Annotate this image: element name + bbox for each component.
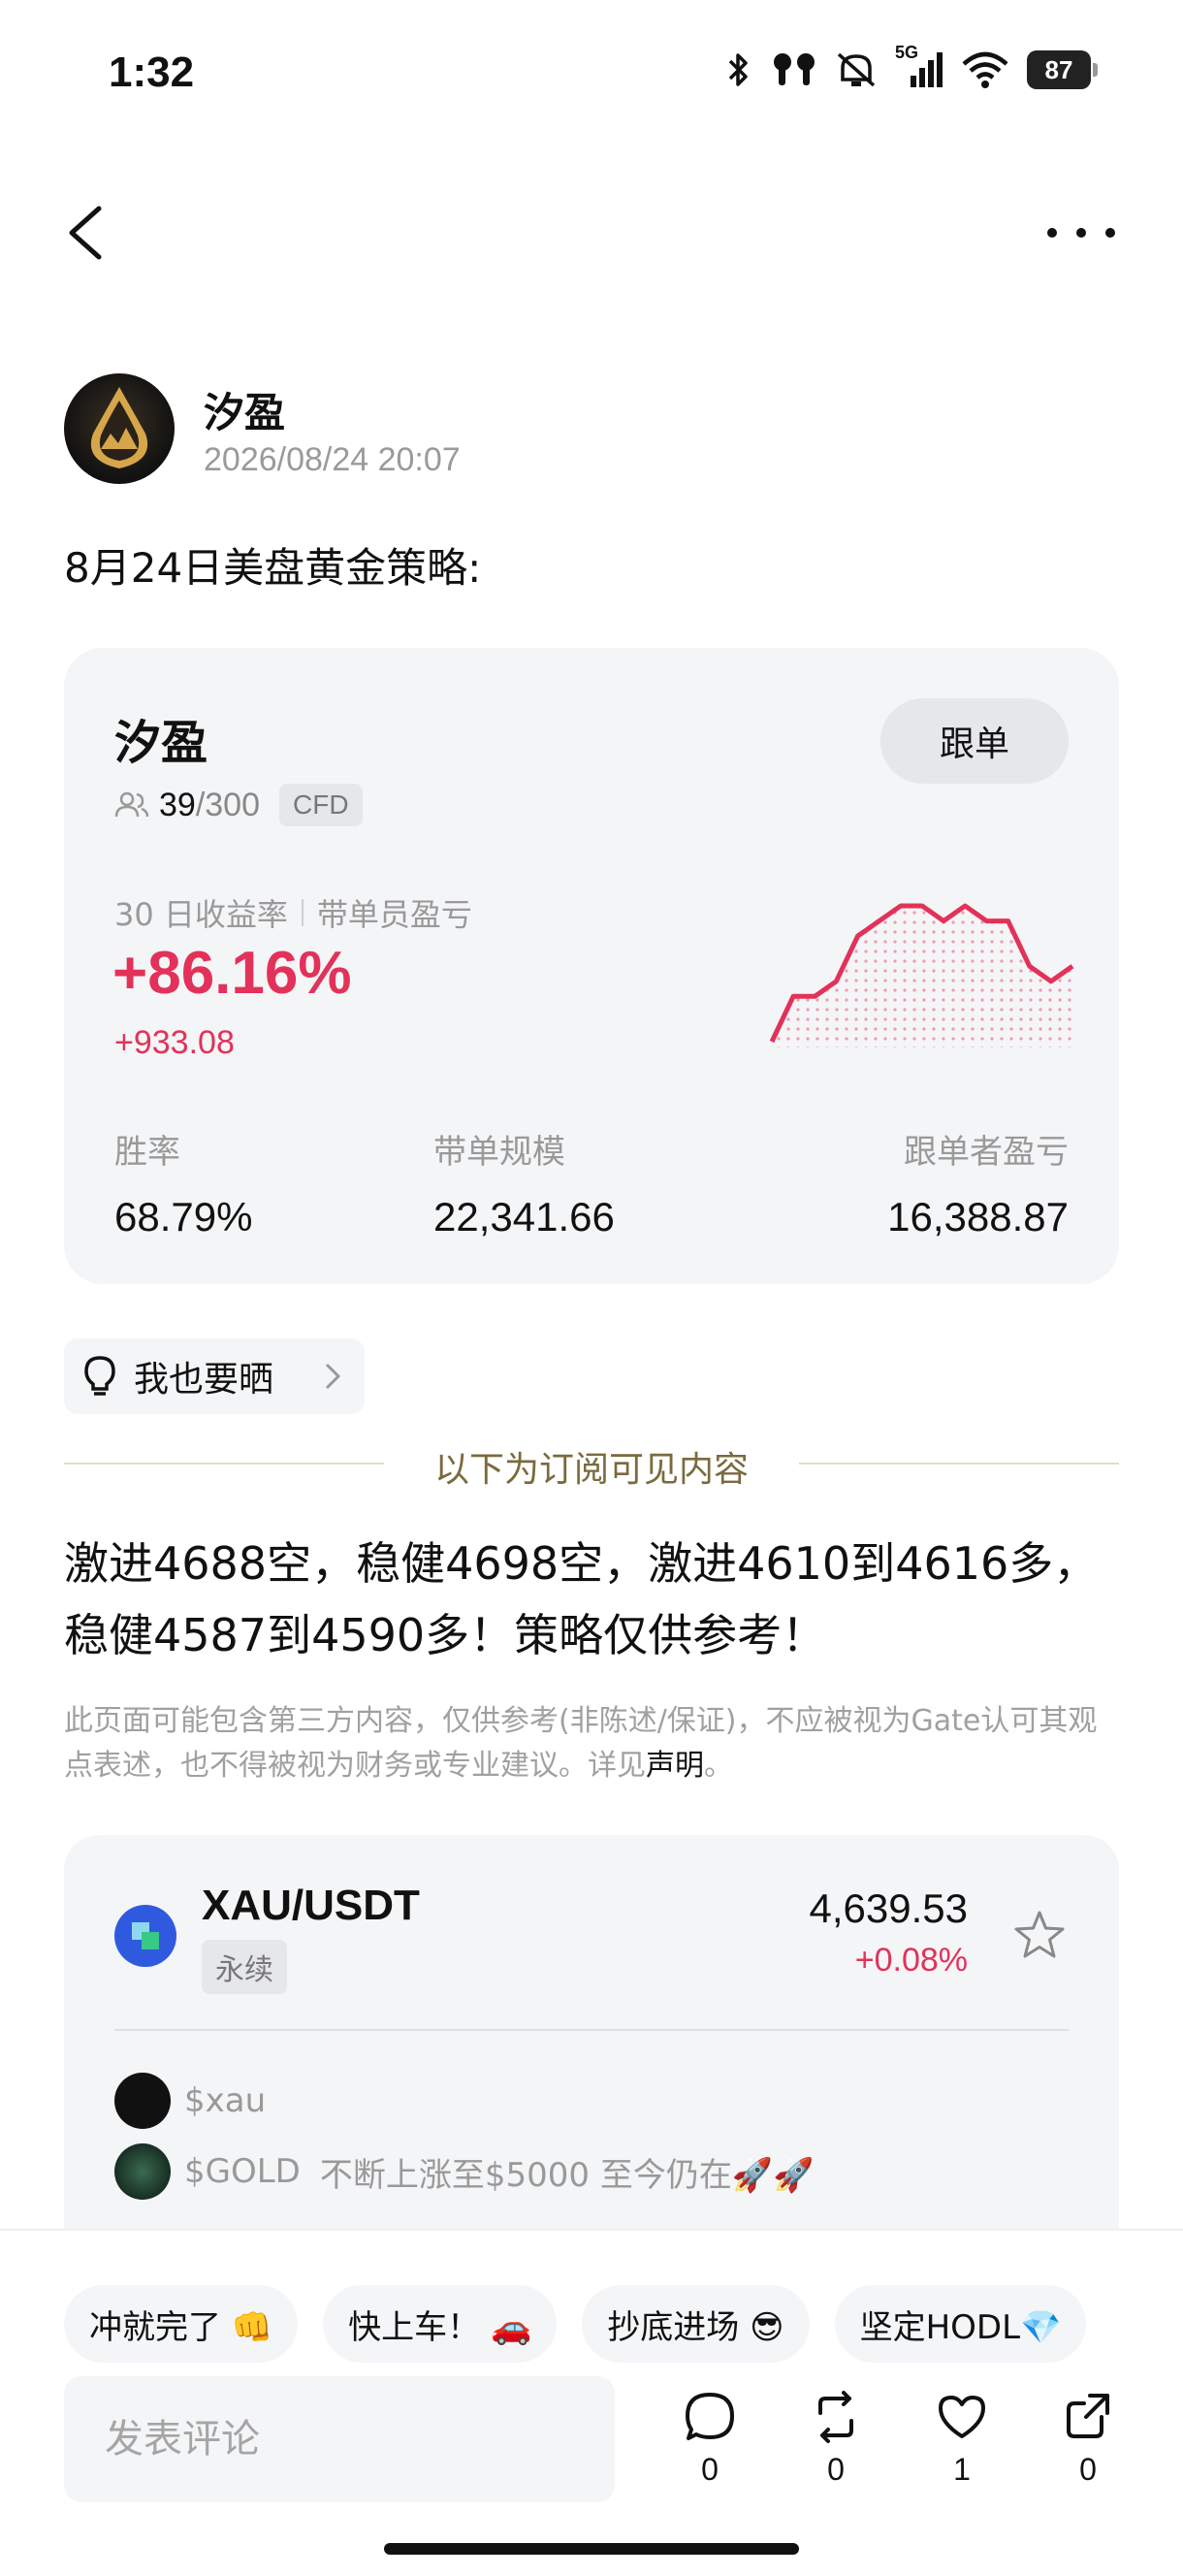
tag-xau[interactable]: $xau xyxy=(114,2073,266,2129)
share-count: 0 xyxy=(1079,2452,1097,2487)
share-too-label: 我也要晒 xyxy=(134,1360,274,1400)
battery-icon: 87 xyxy=(1027,50,1098,89)
lightbulb-icon xyxy=(84,1356,115,1396)
author-name[interactable]: 汐盈 xyxy=(204,380,285,439)
like-button[interactable]: 1 xyxy=(923,2390,1001,2488)
quick-replies: 冲就完了 👊 快上车！ 🚗 抄底进场 😎 坚定HODL💎 xyxy=(64,2285,1087,2363)
xau-coin-icon xyxy=(114,1905,176,1967)
bottom-bar: 冲就完了 👊 快上车！ 🚗 抄底进场 😎 坚定HODL💎 0 0 1 0 xyxy=(0,2229,1183,2576)
copy-trade-button[interactable]: 跟单 xyxy=(880,698,1069,784)
trader-name: 汐盈 xyxy=(114,716,208,770)
disclaimer-text: 此页面可能包含第三方内容，仅供参考(非陈述/保证)，不应被视为Gate认可其观点… xyxy=(64,1704,1098,1783)
post-timestamp: 2026/08/24 20:07 xyxy=(204,441,461,478)
tag-handle: $xau xyxy=(184,2081,267,2120)
status-icons: 5G 87 xyxy=(724,43,1098,89)
follower-pnl-label: 跟单者盈亏 xyxy=(904,1133,1069,1172)
return-sparkline xyxy=(769,903,1074,1047)
repost-icon xyxy=(818,2391,853,2443)
bluetooth-icon xyxy=(728,53,748,86)
subscriber-divider: 以下为订阅可见内容 xyxy=(433,1450,749,1490)
share-button[interactable]: 0 xyxy=(1049,2390,1127,2488)
cfd-badge: CFD xyxy=(279,784,363,826)
market-pair: XAU/USDT xyxy=(202,1882,420,1929)
followers-row: 39/300 CFD xyxy=(114,784,363,826)
tag-gold[interactable]: $GOLD 不断上涨至$5000 至今仍在🚀🚀 xyxy=(114,2143,815,2200)
quick-reply-chip[interactable]: 坚定HODL💎 xyxy=(834,2285,1087,2363)
follower-pnl-stat: 跟单者盈亏 16,388.87 xyxy=(887,1125,1069,1240)
like-icon xyxy=(939,2396,985,2438)
followers-count: 39 xyxy=(159,786,196,823)
favorite-star-icon[interactable] xyxy=(1010,1907,1069,1965)
divider-line-right xyxy=(799,1463,1119,1465)
followers-max: /300 xyxy=(195,786,261,823)
market-divider xyxy=(114,2029,1069,2031)
users-icon xyxy=(114,791,149,818)
metric-label: 30 日收益率 带单员盈亏 xyxy=(114,890,472,935)
aum-label: 带单规模 xyxy=(433,1133,565,1172)
like-count: 1 xyxy=(953,2452,971,2487)
comment-input[interactable] xyxy=(64,2376,615,2502)
share-icon xyxy=(1067,2394,1109,2438)
chevron-right-icon xyxy=(325,1363,341,1390)
quick-reply-chip[interactable]: 快上车！ 🚗 xyxy=(323,2285,558,2363)
quick-reply-chip[interactable]: 冲就完了 👊 xyxy=(64,2285,299,2363)
return-label: 30 日收益率 xyxy=(114,896,288,933)
quick-reply-chip[interactable]: 抄底进场 😎 xyxy=(582,2285,810,2363)
market-change: +0.08% xyxy=(854,1942,968,1979)
repost-button[interactable]: 0 xyxy=(797,2390,875,2488)
pnl-label: 带单员盈亏 xyxy=(316,896,472,933)
tag-handle: $GOLD xyxy=(184,2152,301,2191)
follower-pnl-value: 16,388.87 xyxy=(887,1194,1069,1240)
chevron-left-icon xyxy=(69,206,102,260)
market-price: 4,639.53 xyxy=(809,1885,969,1931)
post-title: 8月24日美盘黄金策略: xyxy=(64,544,482,592)
author-avatar[interactable] xyxy=(64,373,175,484)
aum-value: 22,341.66 xyxy=(433,1194,615,1240)
tag-text: 不断上涨至$5000 至今仍在🚀🚀 xyxy=(319,2155,815,2195)
comment-icon xyxy=(686,2393,734,2440)
comment-button[interactable]: 0 xyxy=(671,2390,749,2488)
comment-count: 0 xyxy=(701,2452,719,2487)
status-time: 1:32 xyxy=(109,48,195,96)
share-too-button[interactable]: 我也要晒 xyxy=(64,1338,365,1414)
tag-avatar xyxy=(114,2143,171,2200)
earbuds-icon xyxy=(774,53,815,85)
perpetual-badge: 永续 xyxy=(202,1940,287,1994)
home-indicator xyxy=(384,2543,799,2555)
strategy-text: 激进4688空，稳健4698空，激进4610到4616多，稳健4587到4590… xyxy=(64,1537,1099,1661)
more-dots-icon xyxy=(1047,228,1057,238)
status-bar: 1:32 5G 87 xyxy=(0,0,1183,145)
pnl-amount: +933.08 xyxy=(114,1024,235,1061)
copy-trader-card[interactable]: 汐盈 跟单 39/300 CFD 30 日收益率 带单员盈亏 +86.16% +… xyxy=(64,648,1119,1284)
mute-icon xyxy=(837,52,876,87)
aum-stat: 带单规模 22,341.66 xyxy=(433,1125,615,1240)
win-rate-stat: 胜率 68.79% xyxy=(114,1125,252,1240)
more-button[interactable] xyxy=(1038,213,1125,252)
wifi-icon xyxy=(962,51,1008,88)
back-button[interactable] xyxy=(58,199,116,267)
signal-icon: 5G xyxy=(895,43,943,89)
repost-count: 0 xyxy=(827,2452,845,2487)
statement-link[interactable]: 声明 xyxy=(646,1749,704,1783)
disclaimer: 此页面可能包含第三方内容，仅供参考(非陈述/保证)，不应被视为Gate认可其观点… xyxy=(64,1704,1098,1783)
win-rate-value: 68.79% xyxy=(114,1194,253,1240)
win-rate-label: 胜率 xyxy=(114,1133,180,1172)
return-percent: +86.16% xyxy=(112,940,352,1007)
tag-avatar xyxy=(114,2073,171,2129)
